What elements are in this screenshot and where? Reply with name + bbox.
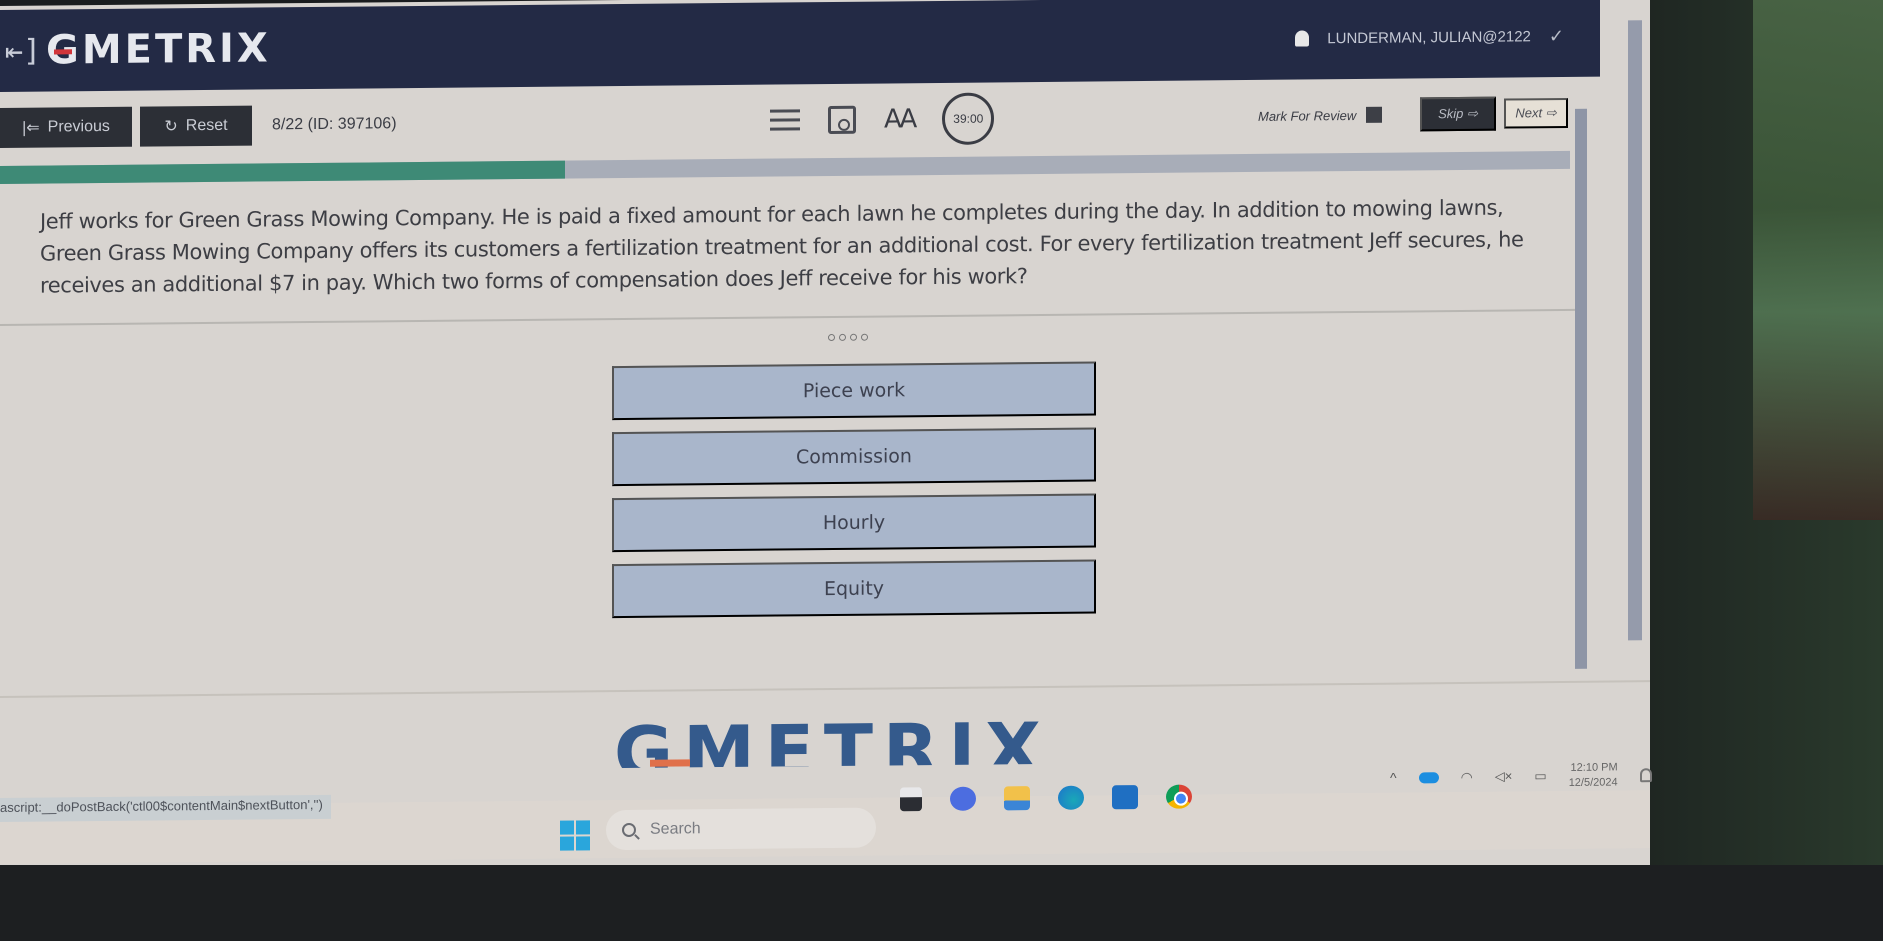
volume-muted-icon[interactable]: ◁×	[1495, 768, 1513, 784]
indicator-dot	[839, 333, 846, 341]
refresh-icon: ↻	[164, 118, 178, 136]
logo-accent	[54, 49, 72, 55]
font-size-icon[interactable]: AA	[884, 104, 914, 134]
monitor-screen: ⇤] GMETRIX LUNDERMAN, JULIAN@2122 ✓ |⇐ P…	[0, 0, 1652, 912]
footer-logo-accent	[650, 759, 690, 767]
indicator-dot	[828, 333, 835, 342]
reset-button[interactable]: ↻ Reset	[140, 105, 252, 147]
scrollbar[interactable]	[1575, 108, 1587, 669]
system-tray: ^ ◠ ◁× ▭ 12:10 PM 12/5/2024	[1390, 760, 1652, 793]
notification-bell-icon[interactable]	[1295, 30, 1310, 47]
answer-label: Equity	[823, 577, 885, 601]
answer-option[interactable]: Commission	[612, 427, 1096, 487]
chevron-up-icon[interactable]: ^	[1390, 770, 1397, 786]
indicator-dot	[850, 333, 857, 341]
clock-time: 12:10 PM	[1570, 761, 1618, 774]
divider	[0, 308, 1575, 326]
mark-review-label: Mark For Review	[1258, 107, 1357, 124]
progress-bar	[0, 150, 1570, 184]
app-logo-text: GMETRIX	[46, 25, 271, 74]
answer-label: Piece work	[802, 379, 906, 403]
answer-option[interactable]: Hourly	[612, 493, 1096, 553]
answer-list: Piece work Commission Hourly Equity	[612, 361, 1096, 630]
answer-option[interactable]: Equity	[612, 559, 1096, 619]
wifi-icon[interactable]: ◠	[1461, 768, 1473, 785]
app-logo: GMETRIX	[46, 25, 271, 73]
store-icon[interactable]	[1112, 785, 1138, 810]
reset-label: Reset	[185, 116, 228, 135]
onedrive-icon[interactable]	[1418, 771, 1439, 783]
previous-label: Previous	[47, 117, 110, 136]
clock[interactable]: 12:10 PM 12/5/2024	[1569, 760, 1618, 790]
next-button[interactable]: Next ⇨	[1504, 97, 1568, 129]
answer-indicator-dots	[828, 333, 868, 342]
browser-scrollbar[interactable]	[1628, 20, 1642, 641]
taskbar-search[interactable]: Search	[606, 807, 876, 851]
battery-icon[interactable]: ▭	[1534, 768, 1546, 784]
chevron-down-icon[interactable]: ✓	[1549, 25, 1564, 46]
answer-option[interactable]: Piece work	[612, 361, 1096, 421]
app-header: ⇤] GMETRIX LUNDERMAN, JULIAN@2122 ✓	[0, 0, 1600, 92]
arrow-left-icon: |⇐	[22, 119, 40, 137]
answer-label: Hourly	[822, 511, 886, 535]
chat-icon[interactable]	[950, 786, 976, 811]
answer-label: Commission	[796, 445, 912, 469]
question-number: 8/22 (ID: 397106)	[272, 115, 397, 134]
notification-icon[interactable]	[1639, 768, 1652, 783]
user-name: LUNDERMAN, JULIAN@2122	[1327, 27, 1531, 47]
save-icon[interactable]	[828, 105, 856, 135]
exam-tools: AA 39:00	[770, 92, 995, 146]
desk	[0, 865, 1883, 941]
progress-fill	[0, 160, 566, 184]
footer-divider	[0, 680, 1650, 698]
file-explorer-icon[interactable]	[1004, 786, 1030, 811]
exit-icon[interactable]: ⇤]	[0, 33, 46, 68]
exam-toolbar: |⇐ Previous ↻ Reset 8/22 (ID: 397106) AA…	[0, 87, 1570, 154]
mark-review-checkbox[interactable]	[1366, 106, 1383, 123]
question-list-icon[interactable]	[770, 106, 800, 134]
skip-button[interactable]: Skip ⇨	[1420, 96, 1496, 132]
mark-for-review[interactable]: Mark For Review	[1258, 106, 1383, 124]
user-menu[interactable]: LUNDERMAN, JULIAN@2122 ✓	[1295, 25, 1564, 49]
edge-icon[interactable]	[1058, 785, 1084, 810]
status-bar-url: ascript:__doPostBack('ctl00$contentMain$…	[0, 794, 331, 822]
chrome-icon[interactable]	[1166, 784, 1192, 809]
clock-date: 12/5/2024	[1568, 776, 1618, 789]
question-text: Jeff works for Green Grass Mowing Compan…	[40, 195, 1524, 298]
timer: 39:00	[942, 92, 995, 145]
search-placeholder: Search	[650, 820, 701, 838]
windows-start-icon[interactable]	[560, 820, 590, 851]
taskbar-apps	[900, 784, 1192, 812]
previous-button[interactable]: |⇐ Previous	[0, 106, 132, 148]
indicator-dot	[861, 333, 868, 341]
search-icon	[622, 822, 636, 838]
background-room	[1753, 0, 1883, 520]
task-view-icon[interactable]	[900, 787, 922, 812]
